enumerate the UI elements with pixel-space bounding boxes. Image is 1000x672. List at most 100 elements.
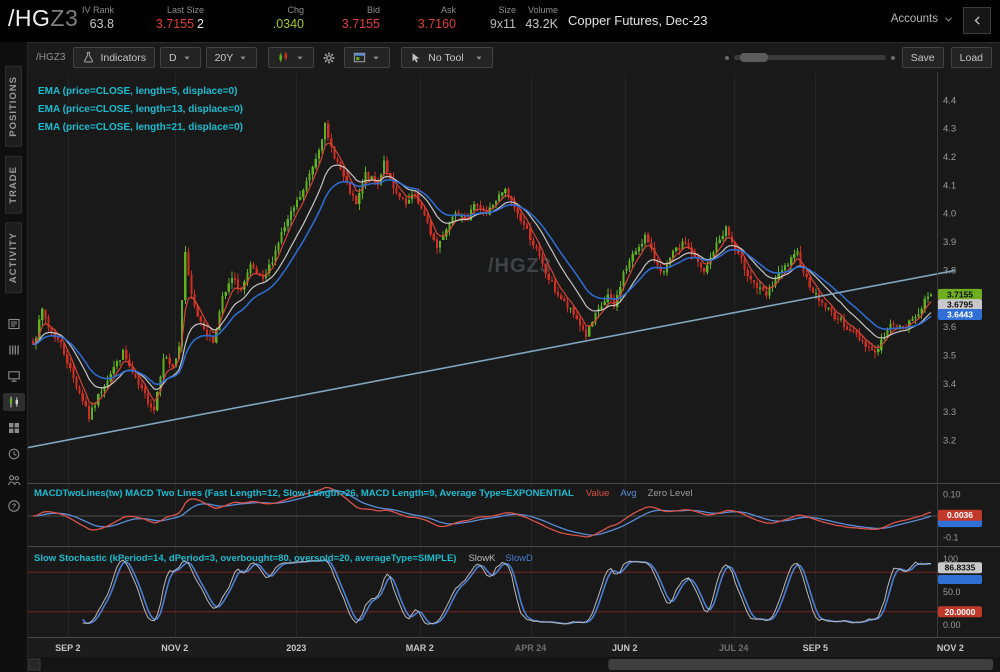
- sidebar-button-chart[interactable]: [2, 392, 25, 411]
- quote-field-chg: Chg .0340: [204, 5, 304, 32]
- price-axis-tick: 4.0: [943, 209, 956, 220]
- sidebar-button-monitor[interactable]: [3, 367, 25, 385]
- trading-platform-window: /HGZ3 IV Rank 63.8 Last Size 3.7155 2 Chg .034…: [0, 0, 1000, 672]
- quote-field-value: .0340: [272, 17, 304, 31]
- ema13-study-label: EMA (price=CLOSE, length=13, displace=0): [38, 104, 243, 115]
- drawing-tool-dropdown[interactable]: No Tool: [401, 47, 494, 68]
- quote-field-label: Chg: [287, 5, 304, 15]
- ema5-study-label: EMA (price=CLOSE, length=5, displace=0): [38, 86, 237, 97]
- svg-text:3.7155: 3.7155: [947, 289, 973, 299]
- price-axis-tick: 3.3: [943, 407, 956, 418]
- sidebar-button-help[interactable]: ?: [3, 497, 25, 515]
- zoom-out-dot[interactable]: [724, 55, 729, 60]
- candlestick-icon: [279, 51, 288, 63]
- collapse-panel-button[interactable]: [963, 7, 991, 34]
- quote-field-value: 3.7160: [417, 17, 456, 31]
- macd-axis-tick: 0.10: [943, 490, 961, 500]
- indicators-button[interactable]: Indicators: [73, 47, 155, 68]
- price-axis-tick: 3.4: [943, 379, 956, 390]
- quote-header: /HGZ3 IV Rank 63.8 Last Size 3.7155 2 Chg .034…: [0, 0, 1000, 42]
- quote-field-value: 9x11: [489, 17, 516, 31]
- time-axis-label: JUL 24: [719, 643, 748, 653]
- quote-field-last-size: Last Size 3.7155 2: [114, 5, 204, 32]
- caret-down-icon: [476, 56, 482, 60]
- zoom-slider[interactable]: [724, 53, 895, 62]
- sidebar-tab-trade[interactable]: TRADE: [5, 155, 22, 214]
- stoch-legend-item: SlowK: [468, 553, 496, 564]
- macd-study-label: MACDTwoLines(tw) MACD Two Lines (Fast Le…: [34, 488, 574, 499]
- indicators-label: Indicators: [100, 51, 146, 64]
- time-axis-label: 2023: [286, 643, 306, 653]
- sidebar-tab-activity[interactable]: ACTIVITY: [5, 222, 22, 294]
- quote-field-label: IV Rank: [81, 5, 114, 15]
- sidebar-tab-positions[interactable]: POSITIONS: [5, 66, 22, 147]
- help-icon: ?: [7, 500, 20, 512]
- flask-icon: [84, 51, 94, 63]
- svg-text:?: ?: [11, 501, 16, 510]
- svg-text:20.0000: 20.0000: [945, 607, 976, 617]
- chart-style-dropdown[interactable]: [344, 47, 391, 68]
- chart-toolbar: /HGZ3 Indicators D 20Y No Tool Save Load: [28, 42, 1000, 72]
- chart-type-dropdown[interactable]: [268, 47, 315, 68]
- chart-area[interactable]: /HGZ3 EMA (price=CLOSE, length=5, displac…: [27, 72, 1000, 672]
- macd-legend-item: Avg: [620, 488, 636, 499]
- aggregation-period-dropdown[interactable]: D: [159, 47, 201, 68]
- clock-icon: [8, 448, 19, 460]
- macd-legend-item: Zero Level: [648, 488, 693, 499]
- sidebar-button-people[interactable]: [3, 471, 25, 489]
- zoom-slider-handle[interactable]: [739, 53, 768, 62]
- quote-field-label: Volume: [527, 5, 558, 15]
- accounts-label: Accounts: [890, 13, 938, 25]
- zoom-slider-track[interactable]: [733, 53, 886, 62]
- instrument-description: Copper Futures, Dec-23: [568, 13, 708, 28]
- symbol-title: /HGZ3: [8, 5, 78, 32]
- svg-text:0.0036: 0.0036: [947, 510, 973, 520]
- quote-field-ask: Ask 3.7160: [380, 5, 456, 32]
- time-axis-label: SEP 2: [55, 643, 80, 653]
- time-axis-label: APR 24: [515, 643, 547, 653]
- sidebar-button-clock[interactable]: [3, 445, 25, 463]
- quote-field-size: Size 9x11: [456, 5, 516, 32]
- style-icon: [354, 52, 366, 63]
- grid-icon: [8, 422, 19, 433]
- monitor-icon: [7, 370, 20, 382]
- chart-canvas[interactable]: /HGZ3EMA (price=CLOSE, length=5, displac…: [27, 72, 1000, 672]
- sidebar-button-ladder[interactable]: [3, 341, 25, 359]
- chart-icon: [9, 396, 18, 408]
- stoch-axis-tick: 0.00: [943, 620, 961, 630]
- macd-axis-tick: -0.1: [943, 533, 959, 543]
- quote-field-value: 43.2K: [525, 17, 558, 31]
- cursor-icon: [412, 52, 420, 62]
- time-range-dropdown[interactable]: 20Y: [205, 47, 258, 68]
- last-size-count: 2: [197, 17, 204, 31]
- symbol-expiry: Z3: [50, 5, 79, 31]
- slowd-bubble: [938, 575, 982, 585]
- chevron-left-icon: [974, 16, 980, 25]
- quote-field-volume: Volume 43.2K: [516, 5, 558, 32]
- sidebar-icon-rail: ?: [2, 315, 25, 515]
- caret-down-icon: [373, 56, 379, 60]
- save-button[interactable]: Save: [901, 47, 944, 68]
- price-axis-tick: 4.4: [943, 95, 956, 106]
- caret-down-icon: [297, 56, 303, 60]
- price-axis-tick: 3.6: [943, 322, 956, 333]
- load-button[interactable]: Load: [950, 47, 992, 68]
- time-axis-label: NOV 2: [161, 643, 188, 653]
- gear-icon: [323, 52, 335, 63]
- scrollbar-left-button[interactable]: [28, 658, 41, 671]
- stoch-legend-item: SlowD: [505, 553, 533, 564]
- time-axis-label: NOV 2: [937, 643, 964, 653]
- ema21-study-label: EMA (price=CLOSE, length=21, displace=0): [38, 122, 243, 133]
- quote-field-iv-rank: IV Rank 63.8: [78, 5, 114, 32]
- quote-field-label: Size: [498, 5, 516, 15]
- quote-field-value: 63.8: [89, 17, 114, 31]
- price-axis-tick: 4.1: [943, 180, 956, 191]
- zoom-in-dot[interactable]: [890, 55, 895, 60]
- quote-field-label: Last Size: [166, 5, 204, 15]
- stoch-axis-tick: 50.0: [943, 587, 961, 597]
- sidebar-button-news[interactable]: [3, 315, 25, 333]
- accounts-menu[interactable]: Accounts: [891, 13, 954, 25]
- chart-settings-button[interactable]: [319, 47, 339, 68]
- scrollbar-handle[interactable]: [608, 659, 994, 670]
- sidebar-button-grid[interactable]: [3, 419, 25, 437]
